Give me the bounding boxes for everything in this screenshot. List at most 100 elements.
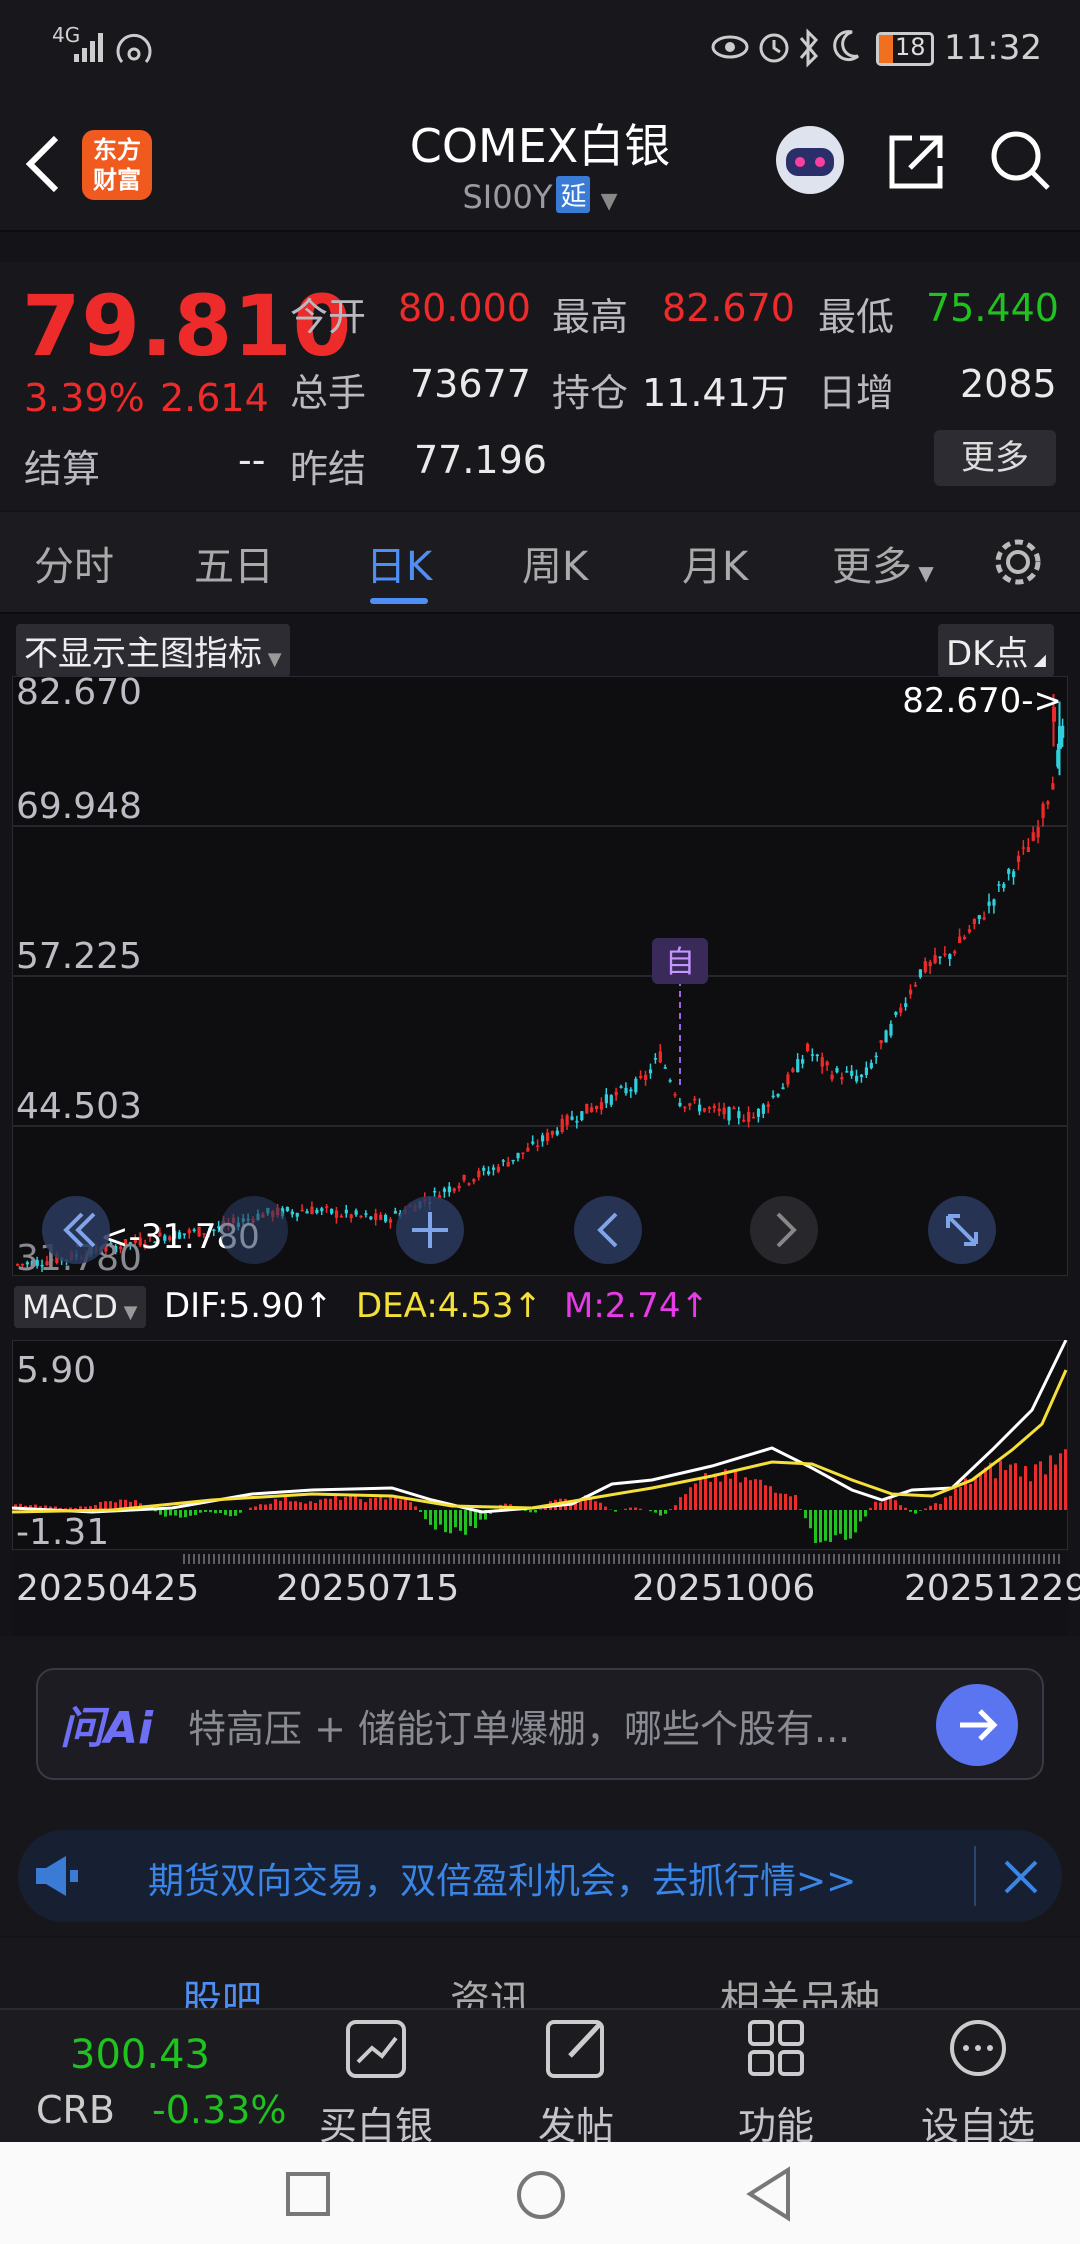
candle-body	[815, 1054, 819, 1057]
sub-indicator-select[interactable]: MACD ▼	[14, 1286, 146, 1328]
candle-body	[339, 1215, 344, 1218]
share-icon[interactable]	[884, 130, 948, 194]
tab-guba[interactable]: 股吧	[182, 1968, 262, 2008]
macd-histogram-bar	[429, 1510, 432, 1525]
nav-post[interactable]: 发帖	[476, 2010, 676, 2150]
main-indicator-select[interactable]: 不显示主图指标 ▼	[16, 624, 290, 677]
macd-histogram-bar	[799, 1509, 802, 1510]
scroll-right-button[interactable]	[750, 1196, 818, 1264]
contract-code[interactable]: SI00Y 延 ▼	[300, 176, 780, 216]
candle-body	[1012, 871, 1016, 878]
candle-body	[918, 969, 923, 978]
candle-body	[320, 1208, 324, 1212]
robot-assistant-icon[interactable]	[772, 122, 848, 198]
candle-body	[786, 1074, 790, 1085]
candle-body	[953, 951, 957, 954]
macd-histogram-bar	[829, 1510, 832, 1542]
candle-body	[1002, 883, 1006, 888]
tab-intraday[interactable]: 分时	[34, 534, 114, 592]
open-value: 80.000	[398, 286, 531, 330]
tab-daily-k[interactable]: 日K	[366, 534, 432, 592]
macd-histogram-bar	[254, 1506, 257, 1510]
macd-histogram-bar	[399, 1499, 402, 1510]
macd-histogram-bar	[404, 1498, 407, 1510]
candle-body	[487, 1171, 491, 1175]
fullscreen-button[interactable]	[928, 1196, 996, 1264]
candle-body	[565, 1115, 569, 1126]
ai-logo: 问Ai	[60, 1703, 154, 1754]
recent-apps-icon[interactable]	[284, 2170, 334, 2220]
settings-gear-icon[interactable]	[990, 534, 1046, 590]
tab-related[interactable]: 相关品种	[720, 1968, 880, 2008]
candle-body	[1021, 847, 1026, 849]
grid-apps-icon	[748, 2020, 804, 2076]
macd-histogram-bar	[629, 1507, 632, 1510]
macd-histogram-bar	[179, 1510, 182, 1518]
crb-index-value[interactable]: 300.43	[70, 2032, 210, 2078]
candle-body	[923, 961, 927, 973]
dif-value: DIF:5.90↑	[164, 1286, 333, 1326]
candle-body	[604, 1094, 608, 1104]
zoom-out-button[interactable]	[220, 1196, 288, 1264]
macd-histogram-bar	[314, 1502, 317, 1510]
ai-search-bar[interactable]: 问Ai 特高压 + 储能订单爆棚，哪些个股有...	[36, 1668, 1044, 1780]
macd-histogram-bar	[934, 1503, 937, 1510]
nav-buy-silver[interactable]: 买白银	[276, 2010, 476, 2150]
macd-histogram-bar	[339, 1499, 342, 1510]
crb-index-name[interactable]: CRB	[36, 2088, 115, 2132]
macd-histogram-bar	[349, 1495, 352, 1510]
ai-submit-button[interactable]	[936, 1684, 1018, 1766]
candle-body	[859, 1074, 864, 1078]
candle-body	[629, 1089, 633, 1092]
tab-news[interactable]: 资讯	[450, 1968, 530, 2008]
ai-search-placeholder[interactable]: 特高压 + 储能订单爆棚，哪些个股有...	[188, 1698, 850, 1753]
macd-histogram-bar	[204, 1510, 207, 1512]
scroll-left-button[interactable]	[574, 1196, 642, 1264]
nav-add-watchlist[interactable]: 设自选	[878, 2010, 1078, 2150]
macd-histogram-bar	[764, 1485, 767, 1510]
date-label: 20250715	[276, 1568, 460, 1609]
candle-body	[688, 1103, 692, 1106]
macd-histogram-bar	[734, 1471, 737, 1510]
macd-histogram-bar	[319, 1499, 322, 1510]
crb-index-change[interactable]: -0.33%	[152, 2088, 286, 2132]
battery-icon: 18	[876, 32, 934, 66]
candle-body	[928, 962, 932, 967]
zoom-in-button[interactable]	[396, 1196, 464, 1264]
search-icon[interactable]	[988, 128, 1054, 194]
scroll-left-fast-button[interactable]	[42, 1196, 110, 1264]
macd-histogram-bar	[994, 1478, 997, 1510]
candle-body	[359, 1215, 363, 1218]
home-icon[interactable]	[514, 2168, 568, 2222]
candle-body	[864, 1067, 869, 1075]
tab-monthly-k[interactable]: 月K	[682, 534, 748, 592]
back-nav-icon[interactable]	[744, 2166, 794, 2222]
back-icon[interactable]	[22, 134, 62, 194]
promo-banner[interactable]: 期货双向交易，双倍盈利机会，去抓行情>>	[18, 1830, 1062, 1922]
dk-point-button[interactable]: DK点 ◢	[938, 624, 1054, 677]
candle-body	[555, 1130, 559, 1135]
macd-histogram-bar	[939, 1503, 942, 1510]
candle-body	[295, 1212, 299, 1217]
candle-body	[707, 1107, 712, 1109]
macd-top-label: 5.90	[16, 1350, 96, 1391]
candle-body	[913, 984, 918, 987]
macd-histogram-bar	[1034, 1464, 1037, 1510]
close-icon[interactable]	[1002, 1858, 1040, 1896]
candle-body	[962, 936, 967, 939]
macd-chart[interactable]: 5.90 -1.31	[12, 1340, 1068, 1550]
tab-five-day[interactable]: 五日	[194, 534, 274, 592]
macd-histogram-bar	[624, 1508, 627, 1510]
more-button[interactable]: 更多	[934, 430, 1056, 486]
high-value: 82.670	[662, 286, 795, 330]
app-logo[interactable]: 东方财富	[82, 130, 152, 200]
candle-body	[550, 1131, 555, 1135]
nav-functions[interactable]: 功能	[676, 2010, 876, 2150]
banner-text[interactable]: 期货双向交易，双倍盈利机会，去抓行情>>	[148, 1852, 856, 1904]
candle-body	[722, 1107, 726, 1115]
tab-more[interactable]: 更多 ▼	[832, 534, 934, 592]
tab-weekly-k[interactable]: 周K	[522, 534, 588, 592]
candlestick-chart[interactable]: 自 82.670 69.948 57.225 44.503 31.780 82.…	[12, 676, 1068, 1276]
macd-histogram-bar	[159, 1510, 162, 1515]
candle-body	[506, 1161, 510, 1167]
